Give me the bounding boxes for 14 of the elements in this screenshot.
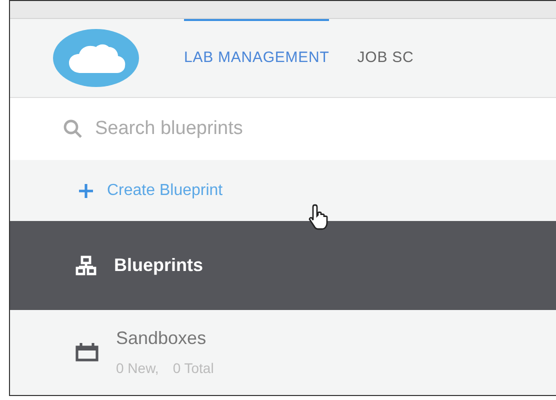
count-label: 0 New, <box>116 359 159 378</box>
hierarchy-icon <box>75 254 97 276</box>
cloud-logo[interactable] <box>53 29 139 88</box>
nav-tab[interactable]: JOB SC <box>357 18 414 96</box>
item-label: Sandboxes <box>116 327 208 350</box>
sidebar-item[interactable]: Blueprints <box>10 221 556 310</box>
search-field[interactable]: Search blueprints <box>95 114 495 144</box>
create-blueprint-button[interactable]: Create Blueprint <box>78 178 223 203</box>
search-icon <box>63 119 83 140</box>
item-label: Blueprints <box>114 254 204 277</box>
sidebar-item[interactable]: Sandboxes 0 New, 0 Total <box>10 310 556 396</box>
plus-icon <box>78 182 94 199</box>
count-label: 0 Total <box>172 359 214 378</box>
calendar-icon <box>75 341 99 364</box>
